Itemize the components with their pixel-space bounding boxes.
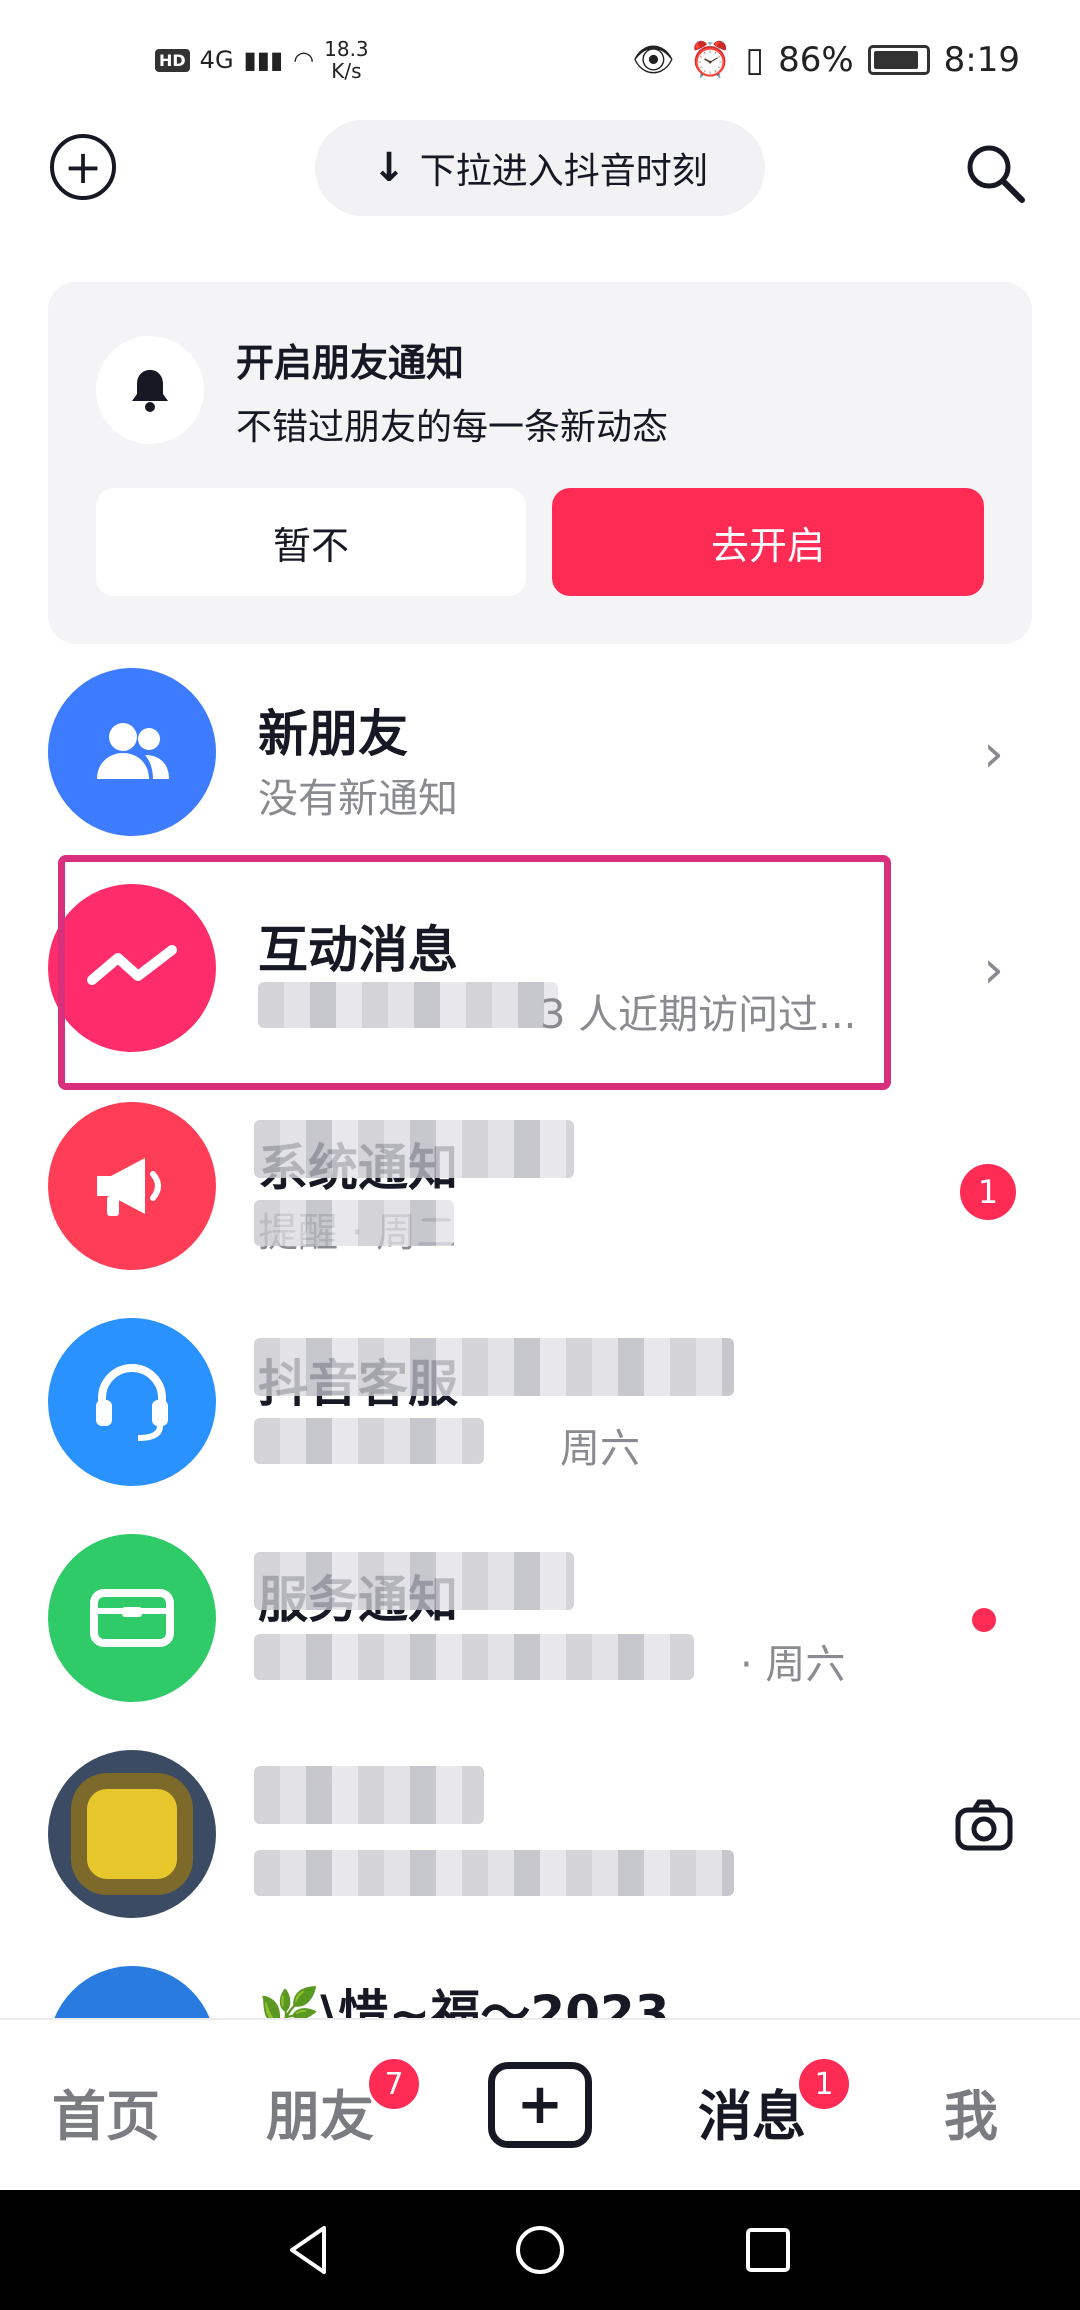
alarm-icon: ⏰: [689, 40, 732, 80]
speed-value: 18.3: [324, 37, 369, 61]
tab-friends[interactable]: 朋友: [266, 2072, 374, 2151]
row-title: 新朋友: [258, 705, 408, 763]
list-item-friend-chat[interactable]: [0, 1736, 1080, 1936]
blurred-title: [254, 1120, 574, 1178]
blurred-title: [254, 1338, 734, 1396]
friend-avatar: [48, 1750, 216, 1918]
list-item-interaction-messages[interactable]: 互动消息 3 人近期访问过... ›: [0, 870, 1080, 1070]
blurred-subtitle: [254, 1200, 454, 1246]
pull-hint-label: 下拉进入抖音时刻: [419, 151, 708, 192]
megaphone-icon: [48, 1102, 216, 1270]
tab-home[interactable]: 首页: [52, 2072, 160, 2151]
signal-icon: ▮▮▮: [243, 46, 284, 74]
list-item-service-notifications[interactable]: 服务通知 · 周六: [0, 1520, 1080, 1720]
battery-percent: 86%: [778, 40, 854, 80]
arrow-down-icon: ↓: [372, 145, 406, 191]
list-item-system-notifications[interactable]: 系统通知 提醒 · 周二 1: [0, 1088, 1080, 1288]
tab-me[interactable]: 我: [944, 2072, 998, 2151]
system-nav-bar: [0, 2190, 1080, 2310]
blurred-title: [254, 1552, 574, 1610]
friends-badge: 7: [366, 2056, 422, 2112]
network-type: 4G: [199, 46, 234, 74]
unread-dot: [972, 1608, 996, 1632]
blurred-subtitle: [254, 1634, 694, 1680]
friend-notification-card: 开启朋友通知 不错过朋友的每一条新动态 暂不 去开启: [48, 282, 1032, 644]
home-icon[interactable]: [510, 2220, 570, 2280]
service-box-icon: [48, 1534, 216, 1702]
eye-icon: 👁: [631, 40, 675, 80]
clock: 8:19: [943, 40, 1020, 80]
camera-icon[interactable]: [954, 1796, 1014, 1856]
headset-icon: [48, 1318, 216, 1486]
chevron-right-icon: ›: [983, 724, 1004, 784]
messages-badge: 1: [796, 2056, 852, 2112]
add-friend-icon[interactable]: +: [50, 134, 116, 200]
list-item-new-friends[interactable]: 新朋友 没有新通知 ›: [0, 654, 1080, 854]
row-subtitle: 周六: [560, 1426, 640, 1472]
row-title: 🌿\惜~福～2023: [258, 1985, 670, 2018]
status-bar: HD 4G ▮▮▮ ◠ 18.3 K/s 👁 ⏰ ▯ 86% 8:19: [0, 0, 1080, 110]
blurred-subtitle: [254, 1850, 734, 1896]
row-title: 互动消息: [258, 921, 458, 979]
unread-badge: 1: [960, 1164, 1016, 1220]
speed-unit: K/s: [331, 59, 362, 83]
notification-title: 开启朋友通知: [236, 341, 465, 385]
tab-messages[interactable]: 消息: [698, 2072, 806, 2151]
status-right: 👁 ⏰ ▯ 86% 8:19: [632, 40, 1020, 80]
search-icon[interactable]: [962, 140, 1028, 206]
status-left: HD 4G ▮▮▮ ◠ 18.3 K/s: [155, 38, 369, 82]
chevron-right-icon: ›: [983, 940, 1004, 1000]
list-item-group-chat[interactable]: 🌿\惜~福～2023: [0, 1952, 1080, 2018]
group-avatar: [48, 1966, 216, 2018]
pull-down-moment-button[interactable]: ↓ 下拉进入抖音时刻: [315, 120, 765, 216]
hd-badge: HD: [155, 48, 190, 72]
enable-button[interactable]: 去开启: [552, 488, 984, 596]
row-subtitle: 3 人近期访问过...: [540, 992, 857, 1038]
people-icon: [48, 668, 216, 836]
recents-icon[interactable]: [738, 2220, 798, 2280]
create-button[interactable]: +: [488, 2062, 592, 2148]
row-subtitle: · 周六: [740, 1642, 846, 1688]
list-item-support[interactable]: 抖音客服 周六: [0, 1304, 1080, 1504]
vibrate-icon: ▯: [745, 40, 765, 80]
top-bar: + ↓ 下拉进入抖音时刻: [0, 118, 1080, 218]
bottom-nav: 首页 朋友 7 + 消息 1 我: [0, 2018, 1080, 2192]
row-subtitle: 没有新通知: [258, 776, 458, 822]
blurred-title: [254, 1766, 484, 1824]
interaction-icon: [48, 884, 216, 1052]
notification-subtitle: 不错过朋友的每一条新动态: [236, 407, 669, 448]
blurred-avatar-image: [87, 1789, 177, 1879]
wifi-icon: ◠: [293, 46, 315, 74]
bell-icon: [96, 336, 204, 444]
blurred-subtitle: [254, 1418, 484, 1464]
battery-icon: [867, 45, 930, 75]
blurred-username: [258, 982, 558, 1028]
not-now-button[interactable]: 暂不: [96, 488, 526, 596]
back-icon[interactable]: [280, 2220, 340, 2280]
network-speed: 18.3 K/s: [324, 38, 369, 82]
